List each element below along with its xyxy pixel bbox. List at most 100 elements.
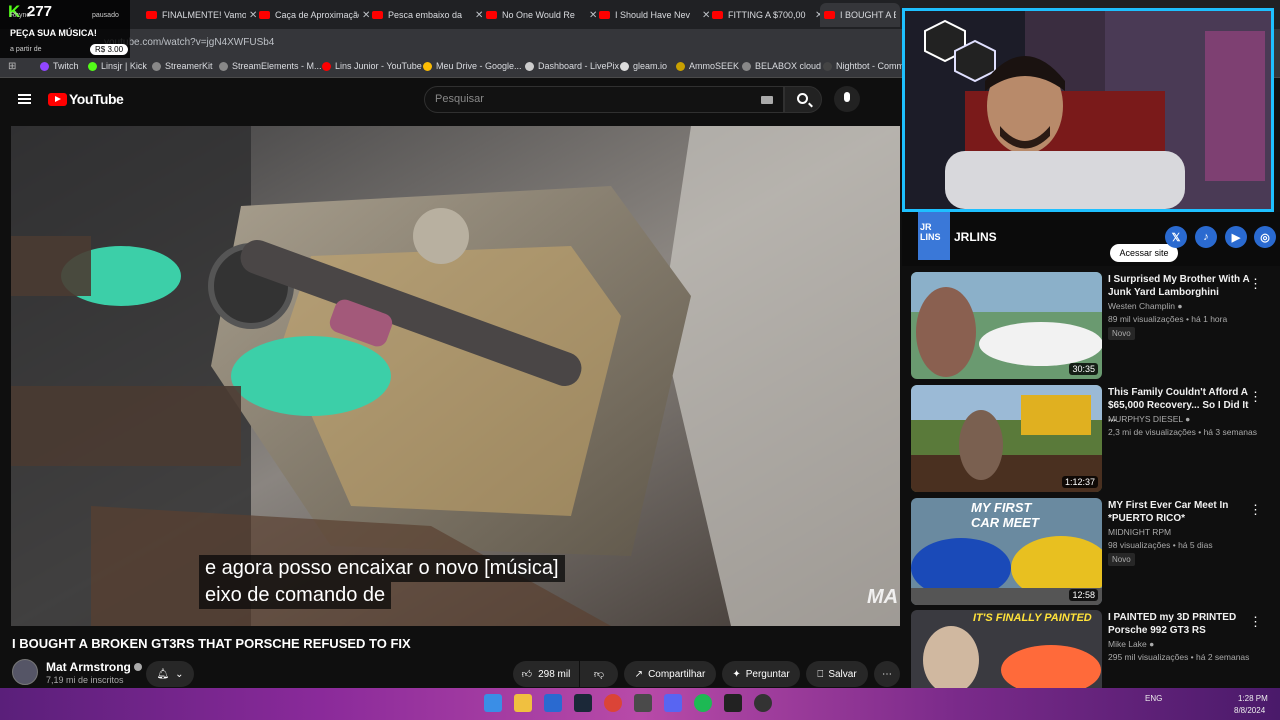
channel-watermark: MA [867, 586, 899, 608]
chrome-icon[interactable] [604, 694, 622, 712]
ask-button[interactable]: ✦ Perguntar [722, 661, 800, 687]
bell-icon: 🔔︎ [156, 668, 170, 680]
video-thumbnail[interactable]: 30:35 [911, 272, 1102, 379]
more-icon: ⋯ [882, 668, 892, 680]
youtube-header: YouTube Pesquisar [0, 78, 900, 122]
webcam-image [905, 11, 1271, 209]
browser-tab-active[interactable]: I BOUGHT A BR [820, 3, 900, 27]
discord-icon[interactable] [664, 694, 682, 712]
recommended-title[interactable]: I PAINTED my 3D PRINTED Porsche 992 GT3 … [1108, 611, 1258, 637]
recommended-video[interactable]: 1:12:37 This Family Couldn't Afford A $6… [911, 385, 1276, 493]
search-button[interactable] [784, 86, 822, 113]
browser-tab[interactable]: Caça de Aproximação ✕ [255, 3, 370, 27]
streamerkit-icon [152, 61, 161, 71]
youtube-logo-text[interactable]: YouTube [69, 91, 124, 107]
more-vert-icon[interactable]: ⋮ [1249, 389, 1262, 405]
share-button[interactable]: ↗ Compartilhar [624, 661, 716, 687]
edge-icon[interactable] [544, 694, 562, 712]
spotify-icon[interactable] [694, 694, 712, 712]
youtube-favicon-icon [146, 11, 157, 19]
bookmark-item[interactable]: gleam.io [620, 61, 667, 71]
youtube-favicon-icon [372, 11, 383, 19]
new-badge: Novo [1108, 327, 1135, 340]
browser-tab[interactable]: FINALMENTE! Vamos ✕ [142, 3, 257, 27]
new-badge: Novo [1108, 553, 1135, 566]
youtube-favicon-icon [712, 11, 723, 19]
recommended-channel[interactable]: Mike Lake ● [1108, 639, 1154, 649]
verified-icon: ● [1185, 414, 1191, 424]
ammoseek-icon [676, 61, 685, 71]
browser-tab[interactable]: I Should Have Nev ✕ [595, 3, 710, 27]
stream-request-overlay: K 277 Rhyno pausado PEÇA SUA MÚSICA! a p… [0, 0, 130, 58]
channel-avatar[interactable] [12, 659, 38, 685]
recommended-video[interactable]: IT'S FINALLY PAINTED I PAINTED my 3D PRI… [911, 610, 1276, 688]
apps-grid-icon[interactable]: ⊞ [8, 61, 16, 72]
bookmark-item[interactable]: Twitch [40, 61, 79, 71]
youtube-favicon-icon [486, 11, 497, 19]
dislike-button[interactable]: 👎︎ [580, 661, 618, 687]
recommended-video[interactable]: 30:35 I Surprised My Brother With A Junk… [911, 272, 1276, 380]
recommended-channel[interactable]: MURPHYS DIESEL ● [1108, 414, 1190, 424]
bookmark-item[interactable]: Linsjr | Kick [88, 61, 147, 71]
browser-tab[interactable]: Pesca embaixo da ✕ [368, 3, 483, 27]
like-button[interactable]: 👍︎ 298 mil [513, 661, 579, 687]
keyboard-icon[interactable] [761, 96, 773, 104]
language-indicator[interactable]: ENG [1145, 694, 1162, 703]
overlay-title: PEÇA SUA MÚSICA! [10, 28, 97, 38]
browser-tab[interactable]: FITTING A $700,00✕ [708, 3, 823, 27]
voice-search-icon[interactable] [834, 86, 860, 112]
tiktok-icon[interactable]: ♪ [1195, 226, 1217, 248]
video-thumbnail[interactable]: IT'S FINALLY PAINTED [911, 610, 1102, 688]
recommended-video[interactable]: MY FIRST CAR MEET 12:58 MY First Ever Ca… [911, 498, 1276, 606]
start-icon[interactable] [484, 694, 502, 712]
visit-site-button[interactable]: Acessar site [1110, 244, 1178, 262]
app-icon[interactable] [634, 694, 652, 712]
obs-icon[interactable] [754, 694, 772, 712]
verified-icon [133, 663, 142, 671]
save-button[interactable]: ⎕ Salvar [806, 661, 868, 687]
viewer-count: 277 [27, 3, 53, 20]
steam-icon[interactable] [574, 694, 592, 712]
instagram-icon[interactable]: ◎ [1254, 226, 1276, 248]
video-captions: e agora posso encaixar o novo [música] e… [199, 555, 565, 609]
video-duration: 30:35 [1069, 363, 1098, 375]
search-input[interactable]: Pesquisar [424, 86, 784, 113]
bookmark-item[interactable]: StreamElements - M... [219, 61, 322, 71]
video-player[interactable] [11, 126, 900, 626]
x-twitter-icon[interactable]: 𝕏 [1165, 226, 1187, 248]
recommended-title[interactable]: I Surprised My Brother With A Junk Yard … [1108, 273, 1258, 299]
bookmark-item[interactable]: Nightbot - Comm [823, 61, 904, 71]
caption-line: e agora posso encaixar o novo [música] [199, 555, 565, 582]
recommended-meta: 89 mil visualizações • há 1 hora [1108, 314, 1228, 324]
more-vert-icon[interactable]: ⋮ [1249, 614, 1262, 630]
clock-date[interactable]: 8/8/2024 [1234, 706, 1265, 715]
overlay-source: Rhyno [10, 12, 31, 19]
recommended-channel[interactable]: MIDNIGHT RPM [1108, 527, 1171, 537]
video-thumbnail[interactable]: MY FIRST CAR MEET 12:58 [911, 498, 1102, 605]
youtube-social-icon[interactable]: ▶ [1225, 226, 1247, 248]
bookmark-item[interactable]: AmmoSEEK [676, 61, 739, 71]
bookmark-item[interactable]: Meu Drive - Google... [423, 61, 522, 71]
belabox-icon [742, 61, 751, 71]
overlay-from: a partir de [10, 46, 42, 53]
file-explorer-icon[interactable] [514, 694, 532, 712]
terminal-icon[interactable] [724, 694, 742, 712]
recommended-channel[interactable]: Westen Champlin ● [1108, 301, 1182, 311]
stream-overlay-bar: JR LINS JRLINS [902, 212, 1280, 266]
channel-name[interactable]: Mat Armstrong [46, 660, 142, 674]
more-vert-icon[interactable]: ⋮ [1249, 276, 1262, 292]
youtube-logo-icon[interactable] [48, 93, 67, 106]
menu-icon[interactable] [18, 94, 31, 104]
video-thumbnail[interactable]: 1:12:37 [911, 385, 1102, 492]
thumbnail-text: MY FIRST CAR MEET [971, 500, 1039, 530]
bookmark-item[interactable]: BELABOX cloud [742, 61, 821, 71]
notifications-button[interactable]: 🔔︎ ⌄ [146, 661, 194, 687]
browser-tab[interactable]: No One Would Re ✕ [482, 3, 597, 27]
bookmark-item[interactable]: Lins Junior - YouTube [322, 61, 422, 71]
bookmark-item[interactable]: Dashboard - LivePix [525, 61, 619, 71]
clock-time[interactable]: 1:28 PM [1238, 694, 1268, 703]
more-vert-icon[interactable]: ⋮ [1249, 502, 1262, 518]
more-options-button[interactable]: ⋯ [874, 661, 900, 687]
recommended-title[interactable]: MY First Ever Car Meet In *PUERTO RICO* [1108, 499, 1258, 525]
bookmark-item[interactable]: StreamerKit [152, 61, 213, 71]
